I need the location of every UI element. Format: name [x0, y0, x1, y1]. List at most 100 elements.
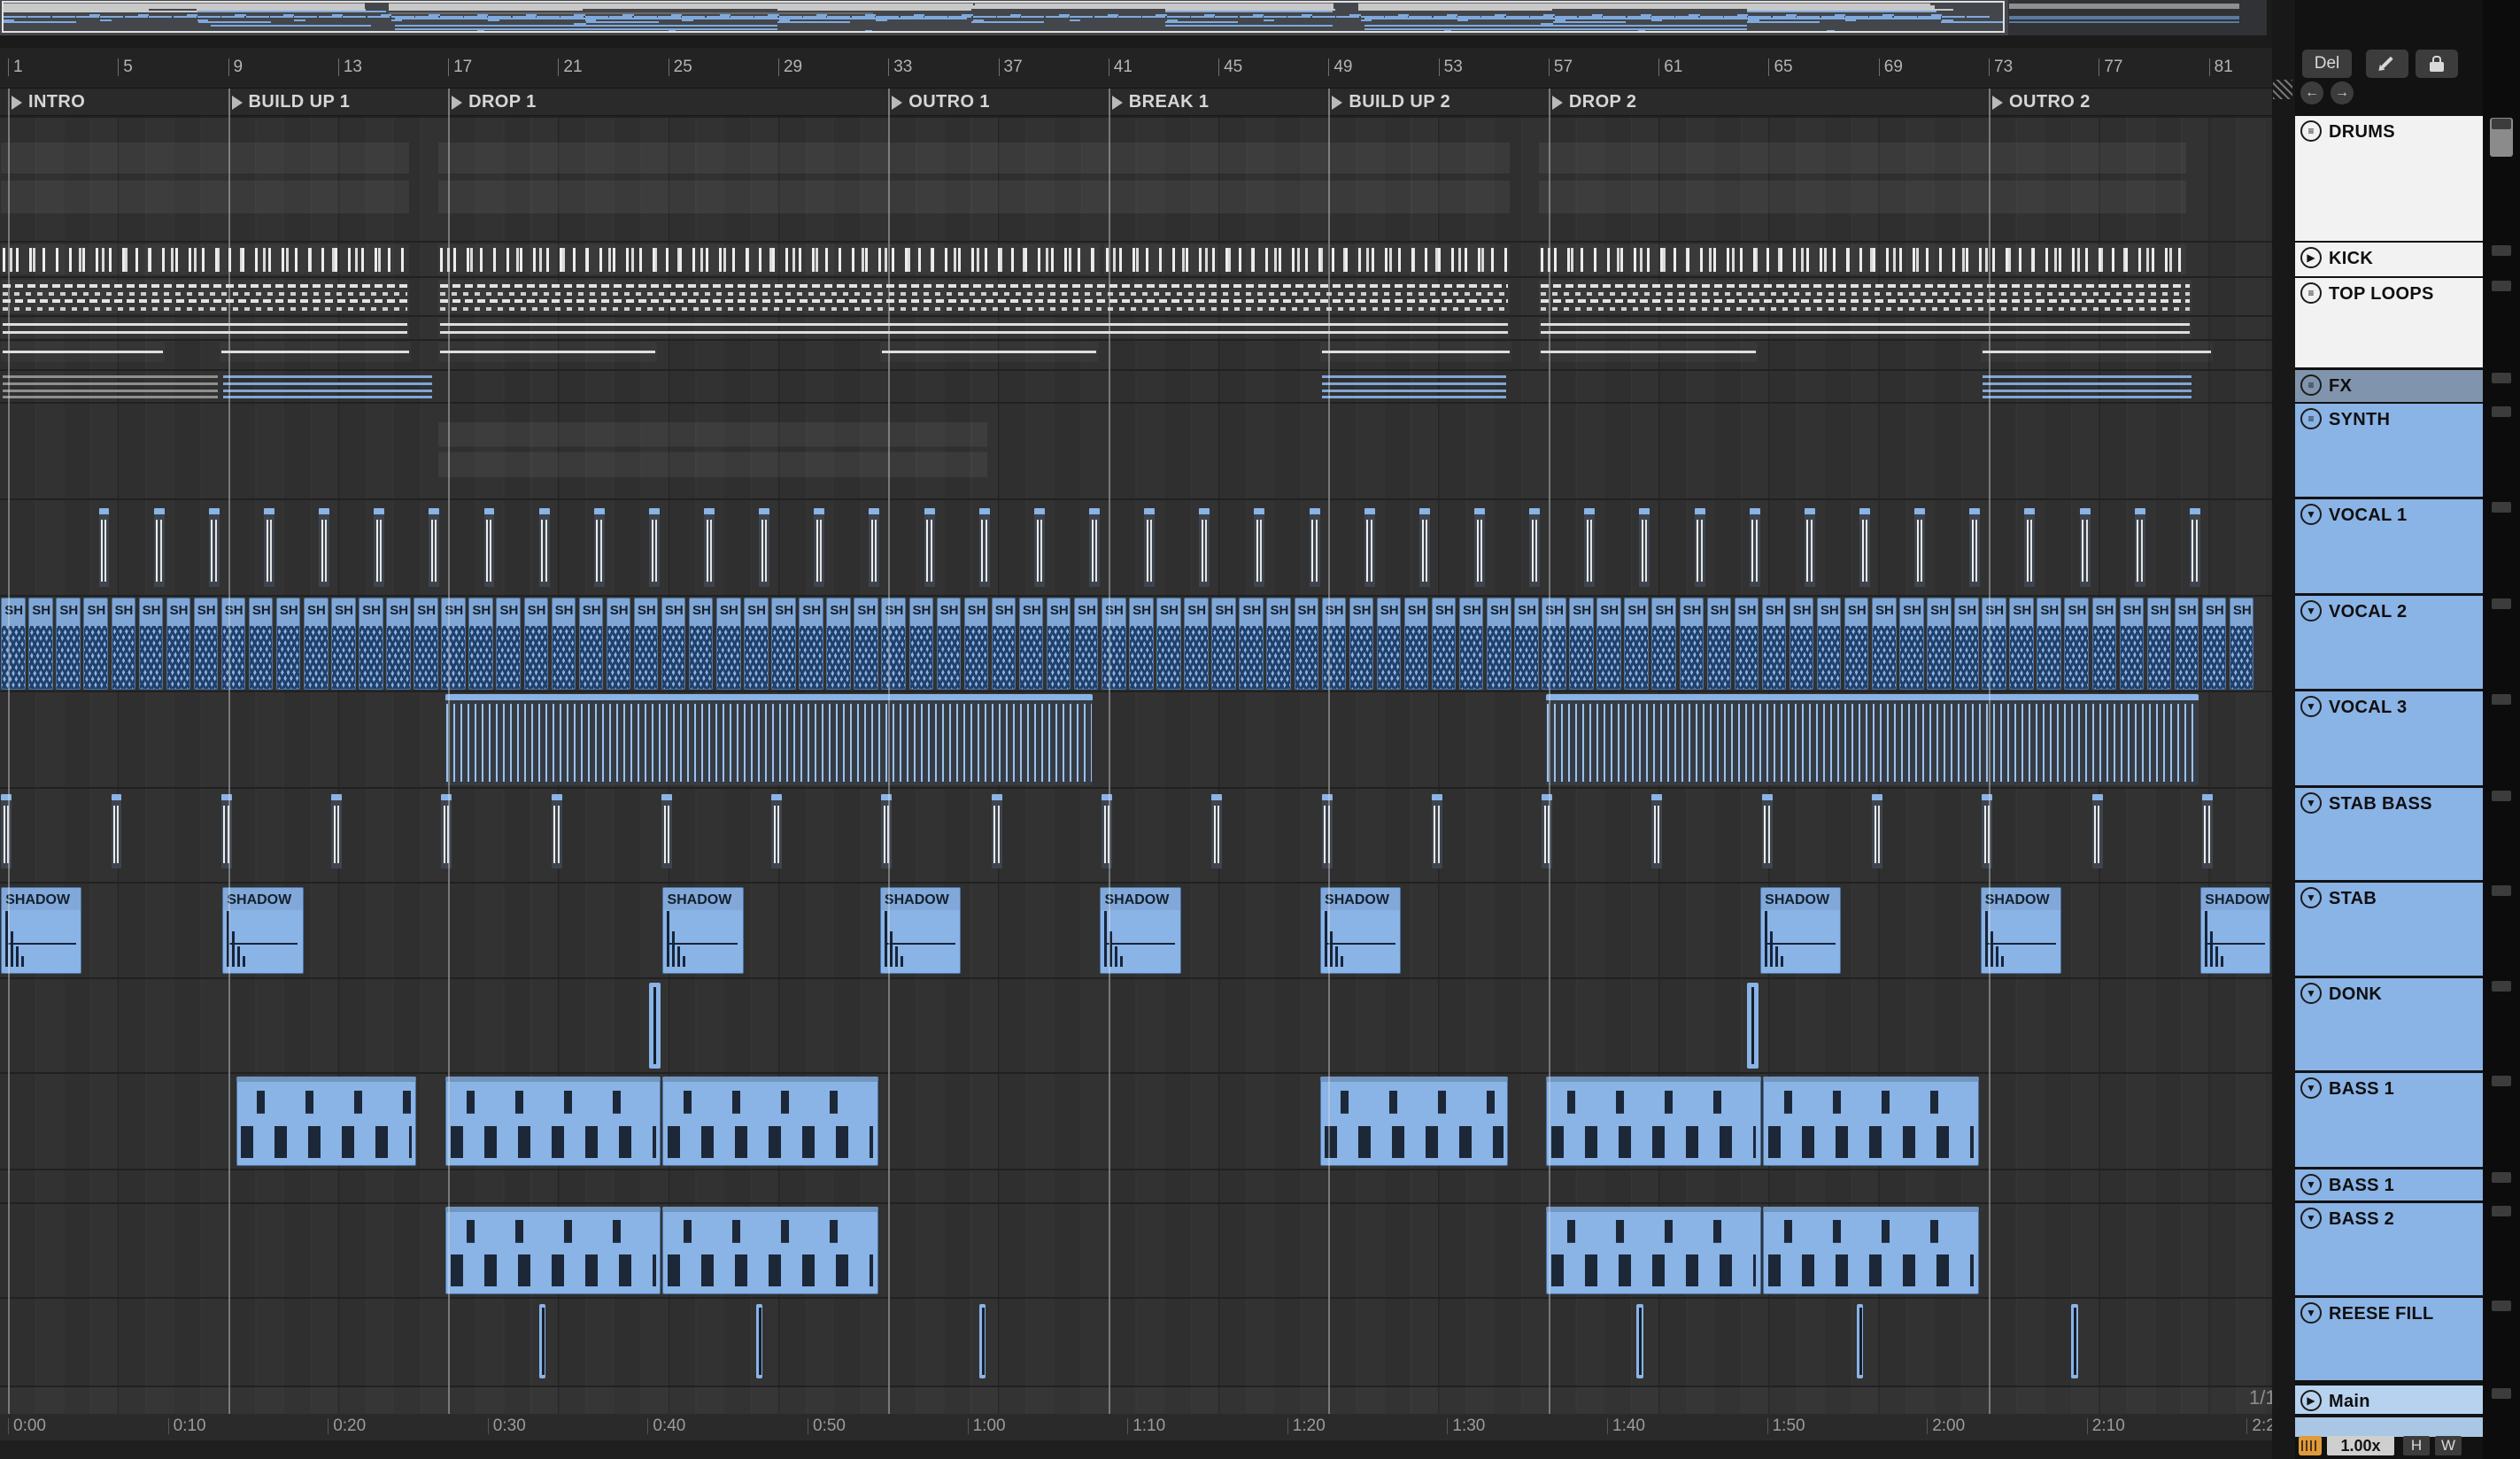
clip-stab[interactable]: SHADOW [662, 887, 744, 974]
group-icon[interactable]: ≡ [2300, 282, 2322, 304]
scrollbar-segment[interactable] [2492, 373, 2511, 383]
clip-vocal-2[interactable]: SH [111, 598, 136, 690]
track-header-reese-fill[interactable]: ▼ REESE FILL [2295, 1298, 2483, 1380]
clip-vocal-1[interactable] [1418, 507, 1430, 588]
clip-stab-bass[interactable] [1871, 794, 1882, 869]
clip-top-loops-a[interactable] [1, 279, 410, 314]
track-header-vocal-2[interactable]: ▼ VOCAL 2 [2295, 596, 2483, 689]
zoom-width-button[interactable]: W [2435, 1436, 2462, 1455]
clip-vocal-2[interactable]: SH [523, 598, 549, 690]
fold-right-icon[interactable]: ▶ [2300, 247, 2322, 268]
zoom-tool-icon[interactable] [2299, 1436, 2322, 1455]
clip-vocal-2[interactable]: SH [1403, 598, 1429, 690]
clip-donk[interactable] [1746, 983, 1759, 1069]
clip-vocal-2[interactable]: SH [1871, 598, 1897, 690]
clip-vocal-3[interactable] [445, 694, 1094, 785]
track-header-top-loops[interactable]: ≡ TOP LOOPS [2295, 278, 2483, 367]
fold-down-icon[interactable]: ▼ [2300, 696, 2322, 717]
clip-vocal-1[interactable] [1033, 507, 1045, 588]
clip-stab-bass[interactable] [1982, 794, 1993, 869]
clip-vocal-1[interactable] [374, 507, 385, 588]
fold-down-icon[interactable]: ▼ [2300, 504, 2322, 525]
clip-vocal-1[interactable] [1694, 507, 1705, 588]
track-header-fx[interactable]: ≡ FX [2295, 370, 2483, 402]
clip-vocal-2[interactable]: SH [1073, 598, 1099, 690]
clip-vocal-1[interactable] [153, 507, 165, 588]
clip-vocal-2[interactable]: SH [1129, 598, 1154, 690]
scrollbar-segment[interactable] [2492, 598, 2511, 609]
clip-stab-bass[interactable] [1102, 794, 1112, 869]
clip-stab[interactable]: SHADOW [1980, 887, 2061, 974]
clip-vocal-2[interactable]: SH [1184, 598, 1209, 690]
clip-stab-bass[interactable] [1321, 794, 1333, 869]
clip-bass-1[interactable] [662, 1077, 878, 1166]
delete-button[interactable]: Del [2302, 50, 2352, 78]
clip-vocal-2[interactable]: SH [83, 598, 108, 690]
scrollbar-segment[interactable] [2492, 502, 2511, 513]
clip-drums-group[interactable] [1539, 142, 2187, 214]
clip-stab-bass[interactable] [1651, 794, 1663, 869]
clip-vocal-2[interactable]: SH [1596, 598, 1621, 690]
clip-stab-bass[interactable] [2201, 794, 2213, 869]
clip-vocal-2[interactable]: SH [1789, 598, 1814, 690]
clip-vocal-2[interactable]: SH [1624, 598, 1649, 690]
clip-vocal-2[interactable]: SH [275, 598, 301, 690]
clip-vocal-2[interactable]: SH [1211, 598, 1236, 690]
clip-vocal-2[interactable]: SH [1734, 598, 1759, 690]
clip-fx[interactable] [1320, 372, 1508, 400]
scrollbar-segment[interactable] [2492, 1076, 2511, 1086]
arrangement-area[interactable]: SH SH SH SH SH SH SH SH SH SH SH SH SH SH SH SH SH SH SH SH… [0, 116, 2272, 1414]
track-header-kick[interactable]: ▶ KICK [2295, 243, 2483, 276]
clip-vocal-2[interactable]: SH [2146, 598, 2172, 690]
clip-vocal-2[interactable]: SH [1156, 598, 1181, 690]
clip-bass-1[interactable] [1545, 1077, 1762, 1166]
clip-reese-fill[interactable] [538, 1303, 545, 1379]
clip-vocal-2[interactable]: SH [1431, 598, 1457, 690]
overview-viewport-box[interactable] [2, 1, 2005, 33]
vertical-scrollbar[interactable] [2483, 0, 2520, 1459]
clip-bass-2[interactable] [1763, 1207, 1979, 1294]
fold-down-icon[interactable]: ▼ [2300, 1208, 2322, 1229]
track-header-stab-bass[interactable]: ▼ STAB BASS [2295, 788, 2483, 880]
clip-vocal-2[interactable]: SH [331, 598, 356, 690]
scrollbar-segment[interactable] [2492, 281, 2511, 291]
clip-stab-bass[interactable] [2091, 794, 2103, 869]
clip-vocal-2[interactable]: SH [716, 598, 741, 690]
clip-synth[interactable] [438, 422, 987, 478]
clip-vocal-1[interactable] [1639, 507, 1650, 588]
clip-vocal-2[interactable]: SH [441, 598, 466, 690]
fold-down-icon[interactable]: ▼ [2300, 1077, 2322, 1099]
locator-intro[interactable]: INTRO [12, 92, 85, 112]
clip-vocal-2[interactable]: SH [991, 598, 1017, 690]
lock-button[interactable] [2416, 50, 2458, 78]
clip-vocal-2[interactable]: SH [166, 598, 191, 690]
clip-vocal-2[interactable]: SH [2064, 598, 2089, 690]
clip-top-loops-c[interactable] [1539, 342, 1758, 362]
clip-vocal-1[interactable] [538, 507, 550, 588]
locator-build-up-2[interactable]: BUILD UP 2 [1332, 92, 1450, 112]
clip-vocal-1[interactable] [1914, 507, 1926, 588]
clip-stab-bass[interactable] [881, 794, 893, 869]
clip-stab-bass[interactable] [1, 794, 12, 869]
clip-vocal-2[interactable]: SH [414, 598, 438, 690]
clip-vocal-1[interactable] [2189, 507, 2200, 588]
clip-vocal-2[interactable]: SH [1, 598, 26, 690]
clip-top-loops-c[interactable] [1320, 342, 1511, 362]
scrollbar-segment[interactable] [2492, 981, 2511, 992]
clip-vocal-2[interactable]: SH [2091, 598, 2117, 690]
clip-vocal-2[interactable]: SH [2201, 598, 2227, 690]
track-header-bass-1[interactable]: ▼ BASS 1 [2295, 1170, 2483, 1200]
clip-vocal-2[interactable]: SH [551, 598, 576, 690]
clip-vocal-2[interactable]: SH [1266, 598, 1291, 690]
clip-vocal-2[interactable]: SH [744, 598, 769, 690]
clip-stab-bass[interactable] [220, 794, 232, 869]
clip-vocal-2[interactable]: SH [1321, 598, 1347, 690]
locator-build-up-1[interactable]: BUILD UP 1 [231, 92, 351, 112]
clip-stab[interactable]: SHADOW [2200, 887, 2271, 974]
clip-bass-2[interactable] [1545, 1207, 1762, 1294]
clip-reese-fill[interactable] [2071, 1303, 2078, 1379]
clip-vocal-2[interactable]: SH [1294, 598, 1319, 690]
clip-stab-bass[interactable] [1431, 794, 1442, 869]
draw-pencil-button[interactable] [2366, 50, 2408, 78]
clip-top-loops-b[interactable] [438, 318, 1510, 338]
